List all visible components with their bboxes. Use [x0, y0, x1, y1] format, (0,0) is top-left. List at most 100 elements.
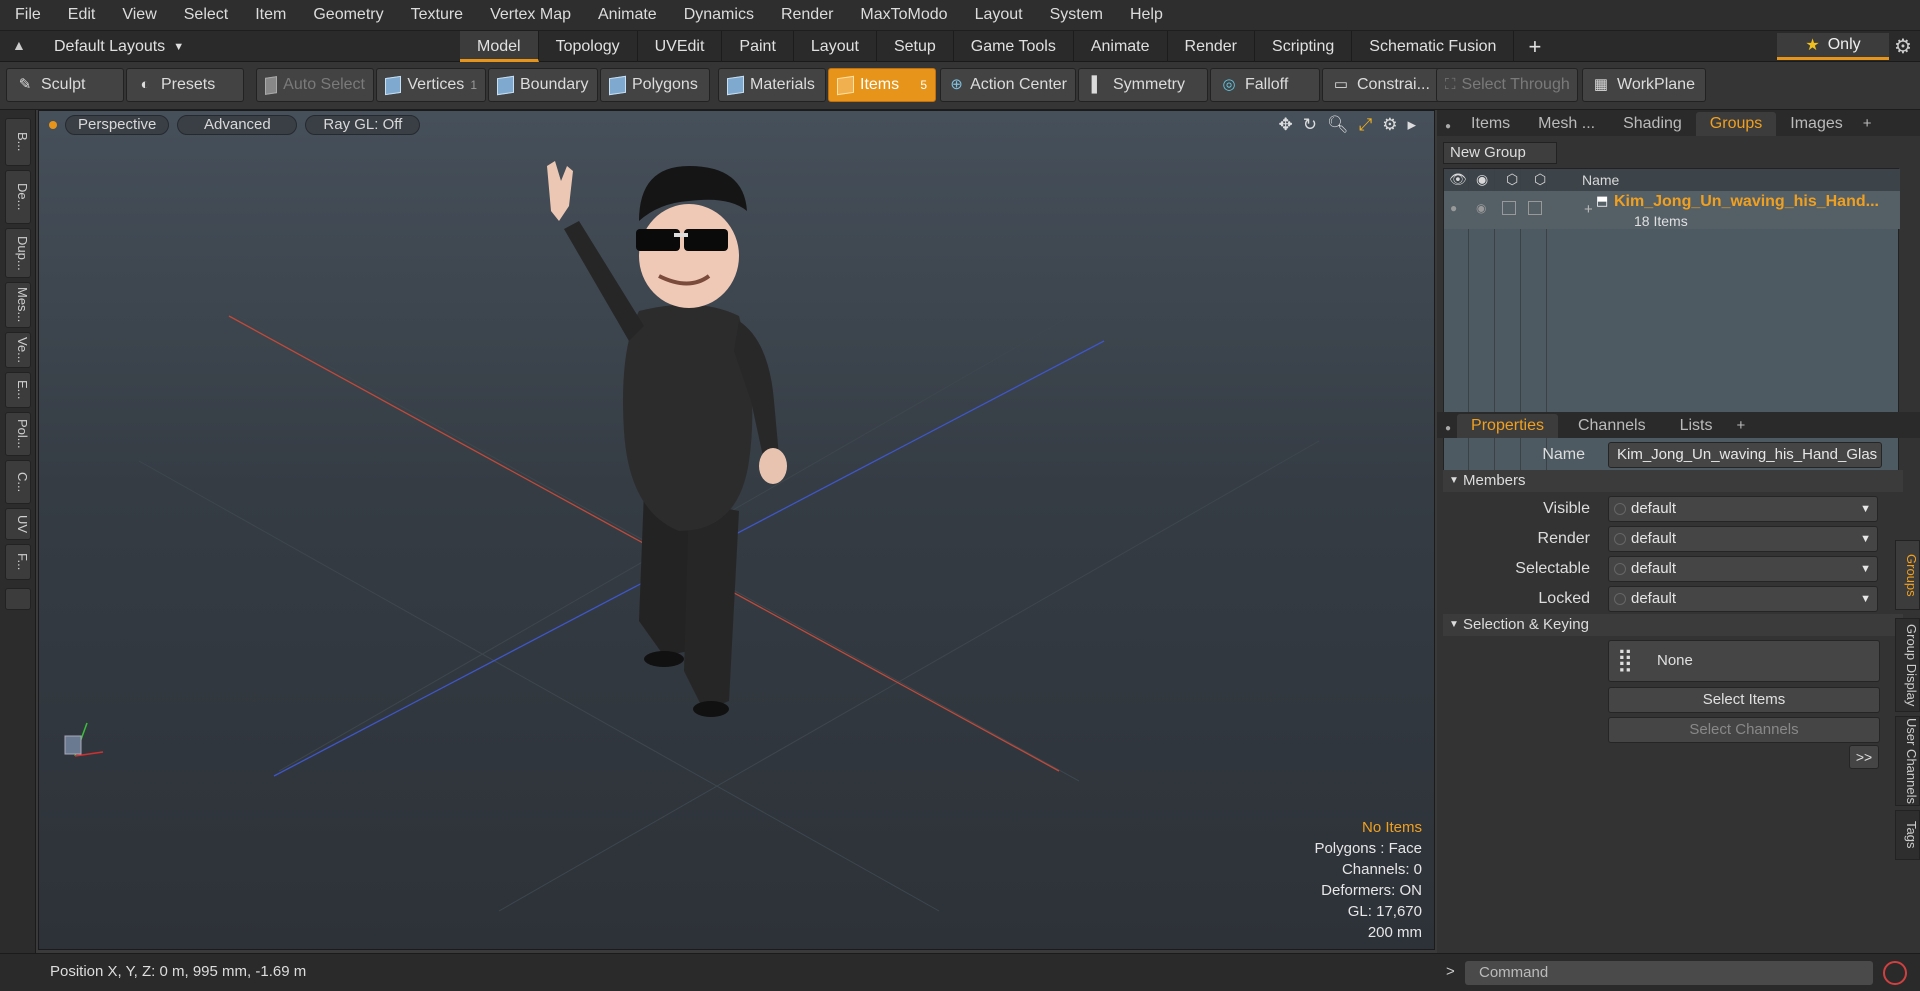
left-tool-7[interactable]: C...	[5, 460, 31, 504]
viewport-menu-dot[interactable]	[49, 121, 57, 129]
shading-button[interactable]: Advanced	[177, 115, 298, 135]
locked-dropdown[interactable]: default ▼	[1608, 586, 1878, 612]
move-view-icon[interactable]: ✥	[1279, 115, 1293, 135]
workplane-button[interactable]: ▦ WorkPlane	[1582, 68, 1706, 102]
tab-uvedit[interactable]: UVEdit	[638, 31, 723, 62]
row-eye-icon[interactable]: ●	[1450, 201, 1457, 215]
panel-dot-icon[interactable]: ●	[1437, 121, 1457, 136]
materials-button[interactable]: Materials	[718, 68, 826, 102]
left-tool-6[interactable]: Pol...	[5, 412, 31, 456]
members-section[interactable]: ▼ Members	[1443, 470, 1903, 492]
menu-item-file[interactable]: File	[0, 6, 53, 24]
left-tool-extra[interactable]	[5, 588, 31, 610]
add-tab-icon[interactable]: +	[1514, 31, 1555, 62]
menu-item-vertex-map[interactable]: Vertex Map	[475, 6, 583, 24]
add-panel-tab-icon[interactable]: +	[1857, 115, 1878, 136]
only-button[interactable]: ★ Only	[1777, 33, 1889, 60]
menu-item-maxtomodo[interactable]: MaxToModo	[845, 6, 959, 24]
add-panel-tab-icon[interactable]: +	[1726, 417, 1755, 438]
groups-tab-4[interactable]: Images	[1776, 112, 1856, 136]
select-cube-icon[interactable]: ⬡	[1534, 171, 1546, 188]
eye-icon[interactable]: 👁︎	[1449, 171, 1467, 188]
side-tab-tags[interactable]: Tags	[1895, 810, 1920, 860]
new-group-button[interactable]: New Group	[1443, 142, 1557, 164]
layout-selector[interactable]: Default Layouts ▼	[54, 35, 184, 59]
select-items-button[interactable]: Select Items	[1608, 687, 1880, 713]
auto-select-button[interactable]: Auto Select	[256, 68, 374, 102]
raygl-button[interactable]: Ray GL: Off	[305, 115, 421, 135]
sculpt-button[interactable]: ✎ Sculpt	[6, 68, 124, 102]
menu-item-layout[interactable]: Layout	[960, 6, 1035, 24]
properties-tab-properties[interactable]: Properties	[1457, 414, 1558, 438]
render-icon[interactable]: ◉	[1476, 171, 1488, 188]
menu-item-item[interactable]: Item	[240, 6, 298, 24]
left-tool-1[interactable]: De...	[5, 170, 31, 224]
properties-tab-channels[interactable]: Channels	[1564, 414, 1660, 438]
menu-item-render[interactable]: Render	[766, 6, 845, 24]
tab-topology[interactable]: Topology	[539, 31, 638, 62]
record-icon[interactable]	[1883, 961, 1907, 985]
groups-tab-0[interactable]: Items	[1457, 112, 1524, 136]
menu-item-help[interactable]: Help	[1115, 6, 1175, 24]
zoom-view-icon[interactable]: 🔍︎	[1327, 115, 1349, 135]
lock-cube-icon[interactable]: ⬡	[1506, 171, 1518, 188]
selection-keying-section[interactable]: ▼ Selection & Keying	[1443, 614, 1903, 636]
row-lock-checkbox[interactable]	[1502, 201, 1516, 215]
side-tab-group-display[interactable]: Group Display	[1895, 618, 1920, 712]
left-tool-0[interactable]: B...	[5, 118, 31, 166]
maximize-view-icon[interactable]: ⤢	[1359, 115, 1373, 135]
boundary-button[interactable]: Boundary	[488, 68, 598, 102]
visible-dropdown[interactable]: default ▼	[1608, 496, 1878, 522]
items-button[interactable]: Items 5	[828, 68, 936, 102]
3d-viewport[interactable]: Perspective Advanced Ray GL: Off ✥ ↻ 🔍︎ …	[38, 110, 1435, 950]
name-input[interactable]: Kim_Jong_Un_waving_his_Hand_Glas	[1608, 442, 1882, 468]
action-center-button[interactable]: ⊕ Action Center	[940, 68, 1076, 102]
selectable-dropdown[interactable]: default ▼	[1608, 556, 1878, 582]
properties-tab-lists[interactable]: Lists	[1666, 414, 1727, 438]
groups-tab-3[interactable]: Groups	[1695, 112, 1777, 136]
tab-schematic-fusion[interactable]: Schematic Fusion	[1352, 31, 1515, 62]
side-tab-groups[interactable]: Groups	[1895, 540, 1920, 610]
menu-item-animate[interactable]: Animate	[583, 6, 669, 24]
left-tool-3[interactable]: Mes...	[5, 282, 31, 328]
row-render-icon[interactable]: ◉	[1476, 201, 1486, 215]
polygons-button[interactable]: Polygons	[600, 68, 710, 102]
tab-model[interactable]: Model	[460, 31, 539, 62]
rotate-view-icon[interactable]: ↻	[1303, 115, 1317, 135]
menu-item-system[interactable]: System	[1035, 6, 1115, 24]
left-tool-8[interactable]: UV	[5, 508, 31, 540]
selection-set-button[interactable]: ⣿ None	[1608, 640, 1880, 682]
panel-dot-icon[interactable]: ●	[1437, 423, 1457, 438]
menu-item-view[interactable]: View	[107, 6, 168, 24]
name-column-header[interactable]: Name	[1582, 172, 1619, 188]
expand-icon[interactable]: +	[1584, 201, 1593, 218]
tab-layout[interactable]: Layout	[794, 31, 877, 62]
menu-item-edit[interactable]: Edit	[53, 6, 108, 24]
left-tool-9[interactable]: F...	[5, 544, 31, 580]
render-dropdown[interactable]: default ▼	[1608, 526, 1878, 552]
select-channels-button[interactable]: Select Channels	[1608, 717, 1880, 743]
command-input[interactable]: Command	[1465, 961, 1873, 985]
tab-scripting[interactable]: Scripting	[1255, 31, 1353, 62]
menu-item-texture[interactable]: Texture	[396, 6, 475, 24]
viewport-more-icon[interactable]: ▸	[1407, 115, 1416, 135]
tab-game-tools[interactable]: Game Tools	[954, 31, 1074, 62]
left-tool-4[interactable]: Ve...	[5, 332, 31, 368]
symmetry-button[interactable]: ▌ Symmetry	[1078, 68, 1208, 102]
collapse-arrow-icon[interactable]: ▲	[12, 37, 26, 53]
tab-animate[interactable]: Animate	[1074, 31, 1168, 62]
left-tool-5[interactable]: E...	[5, 372, 31, 408]
tab-paint[interactable]: Paint	[722, 31, 794, 62]
group-row[interactable]: ● ◉ + ⬒ Kim_Jong_Un_waving_his_Hand... 1…	[1444, 191, 1900, 229]
tab-setup[interactable]: Setup	[877, 31, 954, 62]
menu-item-select[interactable]: Select	[169, 6, 240, 24]
presets-button[interactable]: ◐ Presets	[126, 68, 244, 102]
groups-tab-1[interactable]: Mesh ...	[1524, 112, 1609, 136]
vertices-button[interactable]: Vertices 1	[376, 68, 486, 102]
groups-tab-2[interactable]: Shading	[1609, 112, 1696, 136]
left-tool-2[interactable]: Dup...	[5, 228, 31, 278]
tab-render[interactable]: Render	[1168, 31, 1256, 62]
gear-icon[interactable]: ⚙	[1890, 34, 1916, 60]
menu-item-geometry[interactable]: Geometry	[298, 6, 395, 24]
row-select-checkbox[interactable]	[1528, 201, 1542, 215]
